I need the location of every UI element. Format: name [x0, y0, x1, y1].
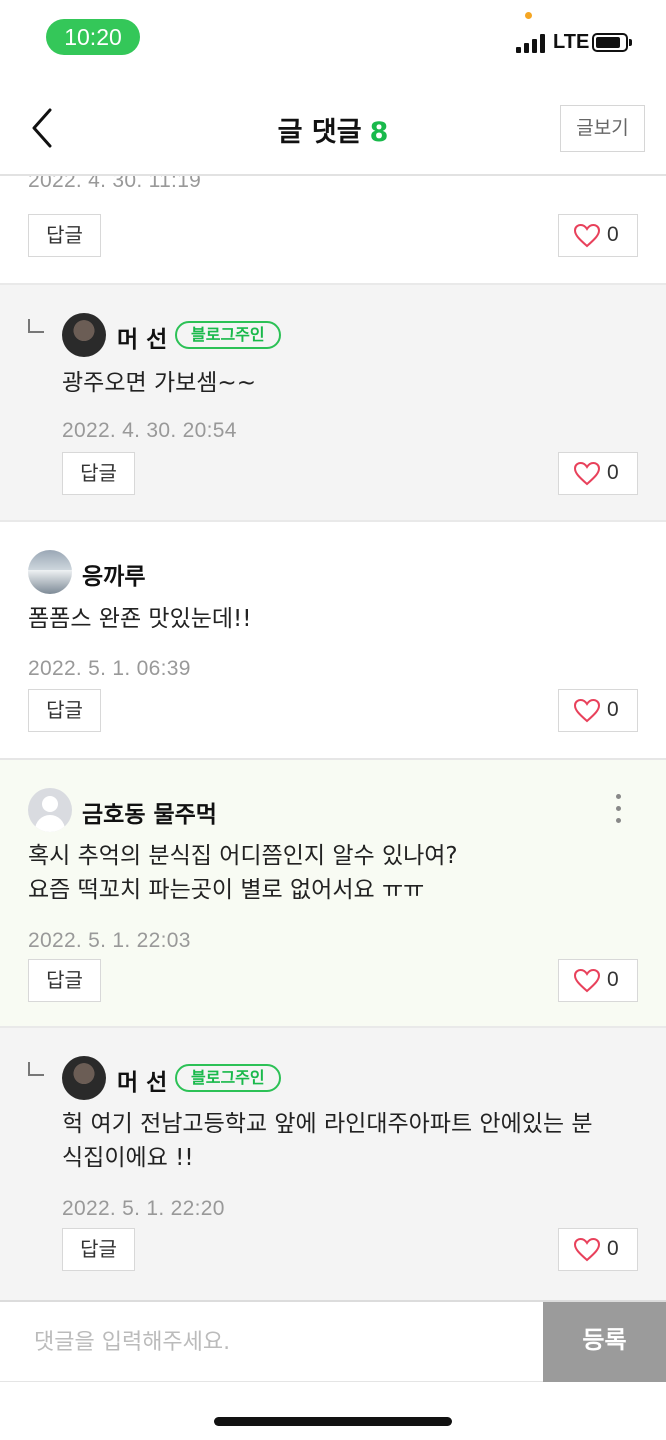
comment-date: 2022. 4. 30. 11:19 [28, 176, 202, 192]
comment-text: 폼폼스 완죤 맛있눈데!! [28, 606, 252, 632]
comment-nickname[interactable]: 응까루 [82, 557, 145, 591]
view-post-button[interactable]: 글보기 [560, 105, 645, 152]
like-button[interactable]: 0 [558, 452, 638, 495]
like-button[interactable]: 0 [558, 1228, 638, 1271]
comment-nickname[interactable]: 머 선 [117, 320, 167, 354]
more-vertical-icon[interactable] [614, 794, 622, 826]
comment-text-line: 헉 여기 전남고등학교 앞에 라인대주아파트 안에있는 분 [62, 1111, 593, 1137]
blog-owner-badge: 블로그주인 [175, 1064, 281, 1092]
comment-date: 2022. 5. 1. 06:39 [28, 657, 191, 680]
like-count: 0 [607, 698, 619, 721]
comment-text: 혹시 추억의 분식집 어디쯤인지 알수 있나여? 요즘 떡꼬치 파는곳이 별로 … [28, 839, 458, 907]
comment-date: 2022. 4. 30. 20:54 [62, 419, 237, 442]
page-header: 글 댓글 8 글보기 [0, 80, 666, 176]
heart-icon [574, 969, 600, 993]
comment-nickname[interactable]: 머 선 [117, 1063, 167, 1097]
reply-item: 머 선 블로그주인 광주오면 가보셈~~ 2022. 4. 30. 20:54 … [0, 283, 666, 521]
status-time: 10:20 [46, 19, 140, 55]
comment-input-bar: 등록 [0, 1300, 666, 1382]
comment-item: 금호동 물주먹 혹시 추억의 분식집 어디쯤인지 알수 있나여? 요즘 떡꼬치 … [0, 758, 666, 1028]
home-indicator[interactable] [214, 1417, 452, 1426]
signal-icon [516, 33, 548, 53]
comment-nickname[interactable]: 금호동 물주먹 [82, 795, 217, 829]
battery-icon [592, 33, 628, 52]
like-button[interactable]: 0 [558, 689, 638, 732]
like-count: 0 [607, 1237, 619, 1260]
comment-input[interactable] [0, 1302, 543, 1382]
like-button[interactable]: 0 [558, 959, 638, 1002]
like-count: 0 [607, 223, 619, 246]
comment-text-line: 혹시 추억의 분식집 어디쯤인지 알수 있나여? [28, 843, 458, 869]
comment-text: 헉 여기 전남고등학교 앞에 라인대주아파트 안에있는 분 식집이에요 !! [62, 1107, 593, 1175]
comment-text-line: 요즘 떡꼬치 파는곳이 별로 없어서요 ㅠㅠ [28, 877, 425, 903]
battery-tip [629, 39, 632, 46]
reply-item: 머 선 블로그주인 헉 여기 전남고등학교 앞에 라인대주아파트 안에있는 분 … [0, 1026, 666, 1300]
comment-text: 광주오면 가보셈~~ [62, 370, 256, 396]
blog-owner-badge: 블로그주인 [175, 321, 281, 349]
avatar[interactable] [28, 550, 72, 594]
like-button[interactable]: 0 [558, 214, 638, 257]
avatar[interactable] [62, 1056, 106, 1100]
status-bar: 10:20 LTE [0, 0, 666, 80]
comment-count: 8 [369, 117, 389, 148]
comment-text-line: 식집이에요 !! [62, 1145, 194, 1171]
comment-date: 2022. 5. 1. 22:03 [28, 929, 191, 952]
reply-button[interactable]: 답글 [62, 452, 135, 495]
reply-button[interactable]: 답글 [28, 214, 101, 257]
privacy-indicator-dot [525, 12, 532, 19]
comment-item: 응까루 폼폼스 완죤 맛있눈데!! 2022. 5. 1. 06:39 답글 0 [0, 520, 666, 758]
reply-button[interactable]: 답글 [62, 1228, 135, 1271]
comment-date: 2022. 5. 1. 22:20 [62, 1197, 225, 1220]
heart-icon [574, 224, 600, 248]
comment-list: 2022. 4. 30. 11:19 답글 0 머 선 블로그주인 광주오면 가… [0, 176, 666, 1300]
heart-icon [574, 1238, 600, 1262]
reply-indent-icon [28, 1062, 44, 1076]
like-count: 0 [607, 461, 619, 484]
like-count: 0 [607, 968, 619, 991]
heart-icon [574, 699, 600, 723]
reply-button[interactable]: 답글 [28, 689, 101, 732]
avatar[interactable] [62, 313, 106, 357]
title-text: 글 댓글 [277, 117, 362, 148]
reply-indent-icon [28, 319, 44, 333]
heart-icon [574, 462, 600, 486]
avatar[interactable] [28, 788, 72, 832]
network-label: LTE [553, 31, 590, 53]
reply-button[interactable]: 답글 [28, 959, 101, 1002]
comment-item: 2022. 4. 30. 11:19 답글 0 [0, 176, 666, 284]
submit-button[interactable]: 등록 [543, 1302, 666, 1382]
